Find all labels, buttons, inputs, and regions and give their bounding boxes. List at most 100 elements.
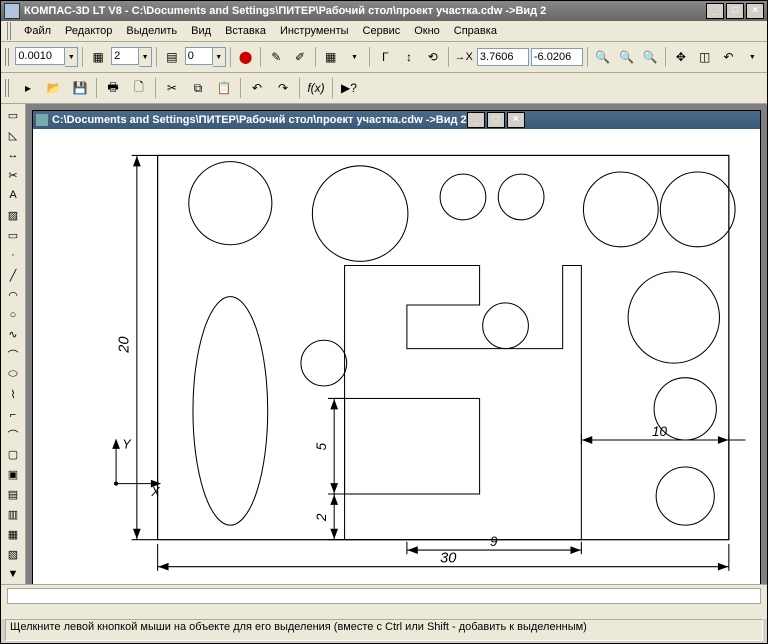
axis-x-label: X [150,485,160,499]
arc-tool-icon[interactable]: ◠ [2,286,24,305]
layer-button[interactable]: ▤ [161,45,183,69]
menu-tools[interactable]: Инструменты [274,23,355,39]
titlebar: КОМПАС-3D LT V8 - C:\Documents and Setti… [1,1,767,21]
ellipse-tool-icon[interactable]: ⬭ [2,365,24,384]
tool-21-icon[interactable]: ▦ [2,525,24,544]
menu-help[interactable]: Справка [448,23,503,39]
maximize-button[interactable]: □ [726,3,744,19]
edit-tool-icon[interactable]: ▭ [2,226,24,245]
fillet-tool-icon[interactable]: ⌒ [2,425,24,444]
layer-input[interactable] [185,47,213,65]
y-input[interactable] [531,48,583,66]
dim-9: 9 [490,534,498,549]
menu-window[interactable]: Окно [408,23,446,39]
grip-icon [5,79,11,97]
dim-10: 10 [652,424,668,439]
cursor-icon[interactable]: ▶? [337,76,361,100]
tool-22-icon[interactable]: ▧ [2,545,24,564]
save-icon[interactable]: 💾 [68,76,92,100]
close-button[interactable]: × [746,3,764,19]
redo-icon[interactable]: ↷ [271,76,295,100]
point-tool-icon[interactable]: · [2,246,24,265]
tool-19-icon[interactable]: ▤ [2,485,24,504]
dim-width: 30 [440,551,456,567]
open-icon[interactable]: 📂 [42,76,66,100]
doc-minimize-button[interactable]: _ [467,112,485,128]
status-bar: Щелкните левой кнопкой мыши на объекте д… [5,619,763,641]
select-tool-icon[interactable]: ▭ [2,106,24,125]
fx-icon[interactable]: f(x) [304,76,328,100]
cut-icon[interactable]: ✂ [160,76,184,100]
axis-y-label: Y [122,437,132,451]
menu-editor[interactable]: Редактор [59,23,118,39]
doc-maximize-button[interactable]: □ [487,112,505,128]
bottom-panel [1,584,767,619]
step-input[interactable] [15,47,65,65]
zoom-in-icon[interactable]: 🔍 [592,45,614,69]
grid-icon[interactable]: ▦ [320,45,342,69]
menu-insert[interactable]: Вставка [219,23,272,39]
text-tool-icon[interactable]: A [2,186,24,205]
state-input[interactable] [111,47,139,65]
menu-service[interactable]: Сервис [357,23,407,39]
grip-icon [5,48,10,66]
x-label: →X [453,51,475,63]
toolbar-1: ▼ ▦ ▼ ▤ ▼ ⬤ ✎ ✐ ▦ ▼ Г ↕ ⟲ →X 🔍 🔍 🔍 ✥ ◫ ↶… [1,42,767,73]
brush2-icon[interactable]: ✐ [289,45,311,69]
dropdown-arrow-icon[interactable]: ▼ [213,47,226,67]
zoom-more-icon[interactable]: ▼ [741,45,763,69]
rotate-icon[interactable]: ⟲ [422,45,444,69]
state-button[interactable]: ▦ [87,45,109,69]
doc-icon [36,114,48,126]
ortho-icon[interactable]: Г [374,45,396,69]
grid-drop-icon[interactable]: ▼ [344,45,366,69]
dropdown-arrow-icon[interactable]: ▼ [65,47,78,67]
undo-icon[interactable]: ↶ [245,76,269,100]
menubar: Файл Редактор Выделить Вид Вставка Инстр… [1,21,767,42]
x-input[interactable] [477,48,529,66]
document-titlebar: C:\Documents and Settings\ПИТЕР\Рабочий … [33,111,760,129]
status-text: Щелкните левой кнопкой мыши на объекте д… [10,621,587,633]
preview-icon[interactable]: 🗋 [127,76,151,100]
dimension-tool-icon[interactable]: ↔ [2,146,24,165]
arc2-tool-icon[interactable]: ⌒ [2,345,24,364]
hatch-tool-icon[interactable]: ▨ [2,206,24,225]
document-window: C:\Documents and Settings\ПИТЕР\Рабочий … [32,110,761,584]
zoom-back-icon[interactable]: ↶ [718,45,740,69]
app-window: КОМПАС-3D LT V8 - C:\Documents and Setti… [0,0,768,644]
tool-18-icon[interactable]: ▣ [2,465,24,484]
app-icon [4,3,20,19]
progress-bar [7,588,761,604]
pan-icon[interactable]: ✥ [670,45,692,69]
dropdown-arrow-icon[interactable]: ▼ [139,47,152,67]
new-icon[interactable]: ▸ [16,76,40,100]
line-tool-icon[interactable]: ╱ [2,266,24,285]
chamfer-tool-icon[interactable]: ⌐ [2,405,24,424]
paste-icon[interactable]: 📋 [212,76,236,100]
left-toolbar: ▭ ◺ ↔ ✂ A ▨ ▭ · ╱ ◠ ○ ∿ ⌒ ⬭ ⌇ ⌐ ⌒ ▢ ▣ ▤ … [1,104,26,584]
stop-button[interactable]: ⬤ [235,45,257,69]
curve-tool-icon[interactable]: ⌇ [2,385,24,404]
copy-icon[interactable]: ⧉ [186,76,210,100]
doc-close-button[interactable]: × [507,112,525,128]
brush-icon[interactable]: ✎ [265,45,287,69]
zoom-out-icon[interactable]: 🔍 [616,45,638,69]
print-icon[interactable]: 🖶 [101,76,125,100]
menu-select[interactable]: Выделить [120,23,183,39]
dim-height: 20 [117,337,133,354]
cut-tool-icon[interactable]: ✂ [2,166,24,185]
menu-file[interactable]: Файл [18,23,57,39]
zoom-fit-icon[interactable]: 🔍 [639,45,661,69]
tool-17-icon[interactable]: ▢ [2,445,24,464]
spline-tool-icon[interactable]: ∿ [2,325,24,344]
tool-20-icon[interactable]: ▥ [2,505,24,524]
circle-tool-icon[interactable]: ○ [2,306,24,325]
grip-icon [7,22,13,40]
menu-view[interactable]: Вид [185,23,217,39]
axis-icon[interactable]: ↕ [398,45,420,69]
geometry-tool-icon[interactable]: ◺ [2,126,24,145]
minimize-button[interactable]: _ [706,3,724,19]
rotate3d-icon[interactable]: ◫ [694,45,716,69]
drawing-canvas[interactable]: Y X 20 30 9 10 [33,129,760,584]
tool-23-icon[interactable]: ▼ [2,565,24,584]
